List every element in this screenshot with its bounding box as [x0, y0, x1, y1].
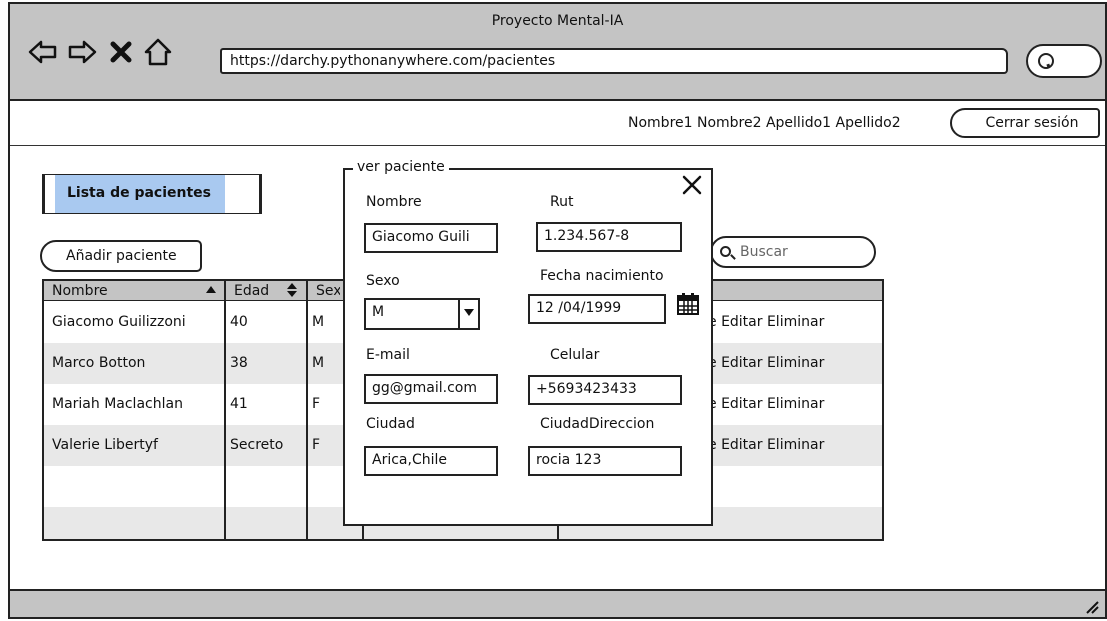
cell-sex: M [312, 314, 325, 330]
cell-age: 41 [230, 396, 248, 412]
view-patient-dialog: ver paciente Nombre Giacomo Guili Rut 1.… [343, 159, 713, 526]
field-rut[interactable]: 1.234.567-8 [536, 222, 682, 252]
browser-chrome: Proyecto Mental-IA https://darchy.python… [10, 4, 1105, 101]
sort-asc-icon[interactable] [206, 286, 216, 293]
cell-name: Giacomo Guilizzoni [52, 314, 186, 330]
browser-search-button[interactable] [1026, 44, 1102, 78]
back-arrow-icon[interactable] [28, 37, 58, 67]
column-header-age[interactable]: Edad [234, 283, 269, 299]
field-email[interactable]: gg@gmail.com [364, 374, 498, 404]
close-x-icon[interactable] [106, 37, 136, 67]
column-divider [224, 281, 226, 539]
status-bar [10, 589, 1105, 617]
chevron-down-icon[interactable] [458, 300, 478, 328]
row-actions[interactable]: e Editar Eliminar [708, 437, 824, 453]
cell-name: Mariah Maclachlan [52, 396, 183, 412]
cell-sex: F [312, 437, 321, 453]
row-actions[interactable]: e Editar Eliminar [708, 314, 824, 330]
cell-age: 40 [230, 314, 248, 330]
add-patient-button[interactable]: Añadir paciente [40, 240, 202, 272]
close-icon[interactable] [681, 174, 703, 196]
dialog-title: ver paciente [353, 159, 449, 175]
column-divider [306, 281, 308, 539]
user-name: Nombre1 Nombre2 Apellido1 Apellido2 [628, 115, 901, 131]
label-email: E-mail [366, 347, 410, 363]
search-input[interactable]: Buscar [710, 236, 876, 268]
calendar-icon[interactable] [677, 292, 699, 316]
column-header-name[interactable]: Nombre [52, 283, 108, 299]
select-sexo-value: M [372, 304, 385, 320]
label-rut: Rut [550, 194, 574, 210]
cell-name: Valerie Libertyf [52, 437, 158, 453]
logout-button[interactable]: Cerrar sesión [950, 108, 1100, 138]
tab-patient-list-label: Lista de pacientes [55, 175, 225, 213]
field-ciudad-direccion[interactable]: rocia 123 [528, 446, 682, 476]
search-icon [1038, 53, 1054, 69]
label-nombre: Nombre [366, 194, 422, 210]
window-title: Proyecto Mental-IA [491, 13, 624, 29]
field-celular[interactable]: +5693423433 [528, 375, 682, 405]
forward-arrow-icon[interactable] [67, 37, 97, 67]
row-actions[interactable]: e Editar Eliminar [708, 355, 824, 371]
label-celular: Celular [550, 347, 600, 363]
sort-icon[interactable] [287, 283, 297, 297]
resize-handle-icon[interactable] [1085, 599, 1099, 614]
label-sexo: Sexo [366, 273, 400, 289]
column-header-sex[interactable]: Sexo [316, 283, 340, 299]
cell-name: Marco Botton [52, 355, 146, 371]
label-fecha-nacimiento: Fecha nacimiento [540, 268, 664, 284]
field-ciudad[interactable]: Arica,Chile [364, 446, 498, 476]
field-fecha-nacimiento[interactable]: 12 /04/1999 [528, 294, 666, 324]
label-ciudad-direccion: CiudadDireccion [540, 416, 655, 432]
cell-age: 38 [230, 355, 248, 371]
user-bar: Nombre1 Nombre2 Apellido1 Apellido2 Cerr… [10, 101, 1105, 146]
cell-age: Secreto [230, 437, 284, 453]
home-icon[interactable] [143, 37, 173, 67]
search-placeholder: Buscar [740, 244, 788, 260]
browser-window: Proyecto Mental-IA https://darchy.python… [8, 2, 1107, 619]
url-bar[interactable]: https://darchy.pythonanywhere.com/pacien… [220, 48, 1008, 74]
select-sexo[interactable]: M [364, 298, 480, 330]
cell-sex: M [312, 355, 325, 371]
search-icon [720, 246, 731, 257]
tab-patient-list[interactable]: Lista de pacientes [42, 174, 262, 214]
label-ciudad: Ciudad [366, 416, 415, 432]
row-actions[interactable]: e Editar Eliminar [708, 396, 824, 412]
field-nombre[interactable]: Giacomo Guili [364, 223, 498, 253]
cell-sex: F [312, 396, 321, 412]
